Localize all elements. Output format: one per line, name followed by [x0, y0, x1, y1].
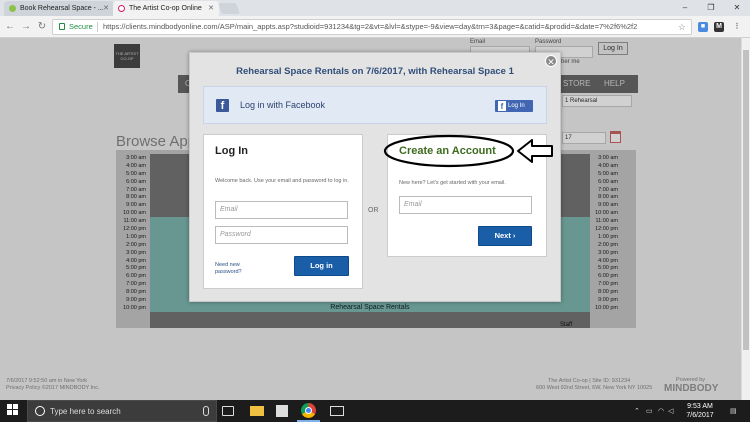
back-icon[interactable]: ← — [4, 21, 16, 33]
new-tab-button[interactable] — [217, 3, 241, 14]
maximize-button[interactable]: ❐ — [698, 0, 724, 16]
forgot-password-link[interactable]: Need new password? — [215, 262, 251, 275]
menu-icon[interactable]: ⋮ — [732, 22, 742, 32]
facebook-login-bar[interactable]: f Log in with Facebook f Log In — [203, 86, 547, 124]
volume-icon[interactable]: ◁ — [668, 407, 673, 415]
login-modal: Rehearsal Space Rentals on 7/6/2017, wit… — [189, 52, 561, 302]
network-icon[interactable]: ▭ — [646, 407, 653, 415]
tab-book-rehearsal[interactable]: Book Rehearsal Space - ... ✕ — [4, 1, 114, 16]
or-divider: OR — [368, 207, 379, 214]
url-text: https://clients.mindbodyonline.com/ASP/m… — [103, 22, 638, 31]
login-panel: Log In Welcome back. Use your email and … — [203, 134, 363, 289]
store-icon[interactable] — [276, 405, 288, 417]
wifi-icon[interactable]: ◠ — [658, 407, 664, 415]
divider — [97, 22, 98, 32]
create-account-heading: Create an Account — [399, 145, 496, 157]
tab-artist-coop[interactable]: The Artist Co-op Online ✕ — [113, 1, 219, 16]
close-tab-icon[interactable]: ✕ — [103, 1, 109, 16]
tab-title: The Artist Co-op Online — [129, 5, 202, 12]
clock-time: 9:53 AM — [687, 403, 713, 410]
windows-taskbar: Type here to search ⌃ ▭ ◠ ◁ 9:53 AM 7/6/… — [0, 400, 750, 422]
close-tab-icon[interactable]: ✕ — [208, 1, 214, 16]
page-scrollbar[interactable] — [741, 38, 750, 400]
facebook-login-text: Log in with Facebook — [240, 100, 326, 110]
tab-title: Book Rehearsal Space - ... — [20, 5, 104, 12]
login-password-field[interactable]: Password — [215, 226, 348, 244]
mail-icon[interactable] — [330, 406, 344, 416]
taskbar-search-placeholder: Type here to search — [50, 407, 121, 416]
lock-icon — [59, 23, 65, 30]
windows-start-icon[interactable] — [7, 404, 19, 416]
tab-strip: Book Rehearsal Space - ... ✕ The Artist … — [0, 0, 750, 16]
facebook-button-label: Log In — [508, 103, 525, 109]
create-account-panel: Create an Account New here? Let's get st… — [387, 134, 547, 257]
modal-title: Rehearsal Space Rentals on 7/6/2017, wit… — [236, 66, 514, 77]
task-view-icon[interactable] — [222, 406, 234, 416]
notifications-icon[interactable]: ▤ — [730, 407, 737, 415]
chrome-icon[interactable] — [301, 403, 316, 418]
clock-date: 7/6/2017 — [686, 412, 714, 419]
facebook-login-button[interactable]: f Log In — [495, 100, 533, 112]
login-email-field[interactable]: Email — [215, 201, 348, 219]
extension-icon[interactable]: M — [714, 22, 724, 32]
create-account-description: New here? Let's get started with your em… — [399, 180, 506, 186]
address-bar: ← → ↻ Secure https://clients.mindbodyonl… — [0, 16, 750, 38]
reload-icon[interactable]: ↻ — [36, 21, 48, 33]
taskbar-clock[interactable]: 9:53 AM 7/6/2017 — [680, 402, 720, 420]
login-button[interactable]: Log in — [294, 256, 349, 276]
chrome-center-icon — [305, 407, 312, 414]
tray-chevron-icon[interactable]: ⌃ — [634, 407, 640, 415]
create-email-field[interactable]: Email — [399, 196, 532, 214]
login-heading: Log In — [215, 145, 248, 157]
extension-icon[interactable]: ■ — [698, 22, 708, 32]
forward-icon[interactable]: → — [20, 21, 32, 33]
close-window-button[interactable]: ✕ — [724, 0, 750, 16]
bookmark-star-icon[interactable]: ☆ — [678, 20, 686, 34]
taskbar-search[interactable]: Type here to search — [27, 400, 217, 422]
search-icon — [35, 406, 45, 416]
file-explorer-icon[interactable] — [250, 406, 264, 416]
tab-favicon-icon — [9, 5, 16, 12]
minimize-button[interactable]: – — [672, 0, 698, 16]
tab-favicon-icon — [118, 5, 125, 12]
close-icon[interactable]: ✕ — [545, 55, 557, 67]
scroll-thumb[interactable] — [743, 50, 749, 350]
microphone-icon[interactable] — [203, 406, 209, 416]
facebook-f-icon: f — [498, 101, 506, 111]
secure-label: Secure — [69, 22, 93, 31]
url-field[interactable]: Secure https://clients.mindbodyonline.co… — [52, 19, 692, 35]
login-description: Welcome back. Use your email and passwor… — [215, 178, 349, 184]
facebook-icon: f — [216, 99, 229, 112]
next-button[interactable]: Next › — [478, 226, 532, 246]
